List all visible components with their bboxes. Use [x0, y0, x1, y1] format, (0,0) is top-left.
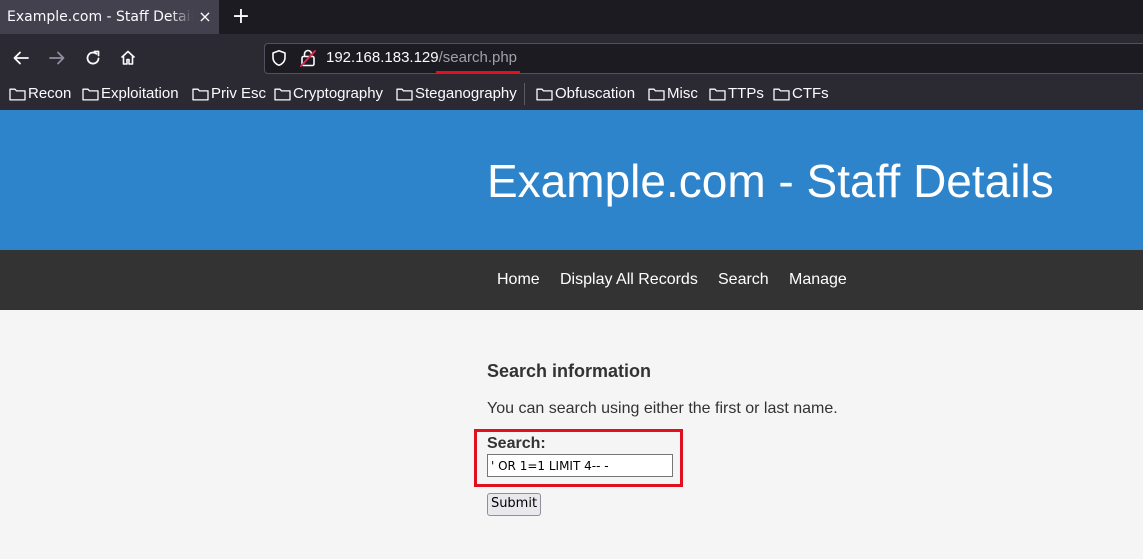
bookmark-folder-cryptography[interactable]: Cryptography: [274, 77, 383, 110]
forward-arrow-icon: [49, 51, 65, 65]
annotation-highlight-box: [474, 429, 683, 487]
nav-link-display-all-records[interactable]: Display All Records: [560, 250, 698, 310]
url-text[interactable]: 192.168.183.129/search.php: [326, 48, 517, 68]
folder-icon: [773, 88, 790, 101]
bookmark-label: Steganography: [415, 85, 517, 102]
bookmark-label: Cryptography: [293, 85, 384, 102]
search-heading: Search information: [487, 361, 652, 381]
insecure-lock-icon[interactable]: [299, 48, 317, 68]
bookmark-label: Recon: [28, 85, 72, 102]
home-icon: [120, 50, 136, 65]
submit-button[interactable]: Submit: [487, 493, 541, 516]
folder-icon: [709, 88, 726, 101]
reload-button[interactable]: [81, 46, 105, 70]
bookmark-folder-exploitation[interactable]: Exploitation: [82, 77, 179, 110]
bookmark-folder-steganography[interactable]: Steganography: [396, 77, 517, 110]
bookmark-folder-misc[interactable]: Misc: [648, 77, 698, 110]
nav-link-search[interactable]: Search: [718, 250, 769, 310]
bookmark-folder-priv-esc[interactable]: Priv Esc: [192, 77, 266, 110]
folder-icon: [396, 88, 413, 101]
bookmark-folder-ttps[interactable]: TTPs: [709, 77, 764, 110]
bookmark-label: Misc: [667, 85, 698, 102]
folder-icon: [9, 88, 26, 101]
bookmark-label: Priv Esc: [211, 85, 267, 102]
bookmark-folder-obfuscation[interactable]: Obfuscation: [536, 77, 635, 110]
url-path-red-underline: [436, 71, 520, 74]
tab-title: Example.com - Staff Details - Mozilla Fi…: [7, 9, 193, 25]
nav-link-manage[interactable]: Manage: [789, 250, 847, 310]
reload-icon: [86, 50, 100, 65]
bookmark-label: Exploitation: [101, 85, 179, 102]
tracking-protection-shield-icon[interactable]: [270, 49, 288, 67]
url-host: 192.168.183.129: [326, 49, 439, 66]
folder-icon: [648, 88, 665, 101]
bookmarks-separator: [524, 83, 525, 105]
bookmark-folder-recon[interactable]: Recon: [9, 77, 71, 110]
folder-icon: [536, 88, 553, 101]
url-path: /search.php: [438, 49, 518, 66]
folder-icon: [82, 88, 99, 101]
site-title: Example.com - Staff Details: [487, 155, 1054, 207]
bookmark-label: Obfuscation: [555, 85, 636, 102]
back-arrow-icon: [13, 51, 29, 65]
search-description: You can search using either the first or…: [487, 400, 838, 417]
bookmark-label: CTFs: [792, 85, 829, 102]
folder-icon: [274, 88, 291, 101]
forward-button[interactable]: [45, 46, 69, 70]
bookmark-label: TTPs: [728, 85, 764, 102]
tab-close-button[interactable]: ×: [196, 0, 214, 34]
home-button[interactable]: [116, 46, 140, 70]
bookmark-folder-ctfs[interactable]: CTFs: [773, 77, 829, 110]
back-button[interactable]: [9, 46, 33, 70]
folder-icon: [192, 88, 209, 101]
nav-link-home[interactable]: Home: [497, 250, 540, 310]
new-tab-button[interactable]: +: [230, 0, 252, 34]
active-tab[interactable]: Example.com - Staff Details - Mozilla Fi…: [0, 0, 219, 34]
